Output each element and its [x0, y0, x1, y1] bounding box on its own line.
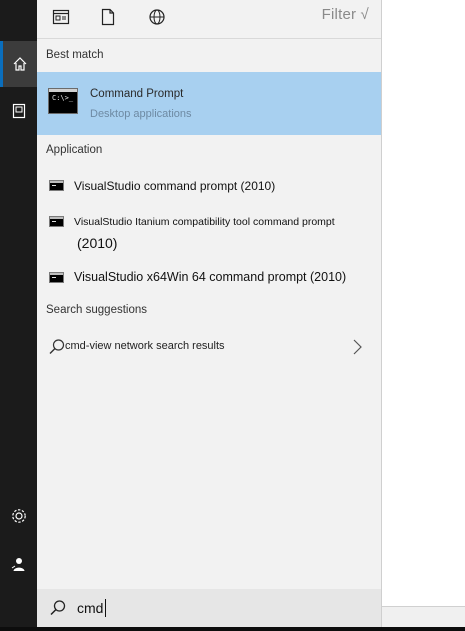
user-icon: [11, 558, 24, 571]
search-panel: Filter √ Best match C:\>_ Command Prompt…: [37, 0, 381, 631]
filter-dropdown[interactable]: Filter √: [322, 6, 369, 26]
documents-filter-button[interactable]: [96, 6, 120, 28]
command-prompt-icon: [49, 180, 64, 191]
settings-button[interactable]: [0, 493, 37, 539]
web-filter-button[interactable]: [145, 6, 169, 28]
apps-filter-button[interactable]: [49, 6, 73, 28]
document-icon: [101, 8, 115, 26]
app-label: VisualStudio x64Win 64 command prompt (2…: [74, 270, 347, 284]
application-heading: Application: [46, 144, 103, 156]
search-input[interactable]: cmd: [77, 600, 103, 616]
app-label-continued: (2010): [77, 235, 118, 251]
app-label: VisualStudio command prompt (2010): [74, 179, 276, 193]
taskbar-edge: [0, 627, 465, 631]
best-match-item[interactable]: C:\>_ Command Prompt Desktop application…: [37, 72, 381, 135]
user-button[interactable]: [0, 541, 37, 587]
list-item[interactable]: VisualStudio Itanium compatibility tool …: [37, 208, 381, 258]
start-rail: [0, 0, 37, 631]
settings-icon: [11, 509, 26, 523]
apps-icon: [52, 9, 70, 25]
app-label: VisualStudio Itanium compatibility tool …: [74, 216, 335, 228]
search-suggestion-item[interactable]: cmd-view network search results: [37, 330, 381, 364]
web-icon: [149, 9, 165, 25]
command-prompt-icon: [49, 216, 64, 227]
device-button[interactable]: [0, 88, 37, 134]
suggestion-label: cmd-view network search results: [65, 340, 225, 352]
panel-divider: [381, 0, 382, 631]
search-icon: [49, 339, 65, 354]
best-match-subtitle: Desktop applications: [90, 108, 192, 120]
chevron-right-icon[interactable]: [351, 338, 363, 356]
command-prompt-icon: C:\>_: [48, 88, 78, 114]
search-suggestions-heading: Search suggestions: [46, 304, 148, 316]
best-match-title: Command Prompt: [90, 88, 184, 100]
command-prompt-icon: [49, 272, 64, 283]
list-item[interactable]: VisualStudio x64Win 64 command prompt (2…: [37, 264, 381, 292]
home-button[interactable]: [0, 41, 37, 87]
best-match-heading: Best match: [46, 49, 104, 61]
text-caret: [105, 599, 106, 617]
search-toolbar: Filter √: [37, 0, 381, 39]
search-icon: [50, 600, 66, 616]
search-box[interactable]: cmd: [37, 589, 381, 627]
device-icon: [12, 103, 25, 119]
home-icon: [13, 57, 27, 71]
list-item[interactable]: VisualStudio command prompt (2010): [37, 172, 381, 200]
